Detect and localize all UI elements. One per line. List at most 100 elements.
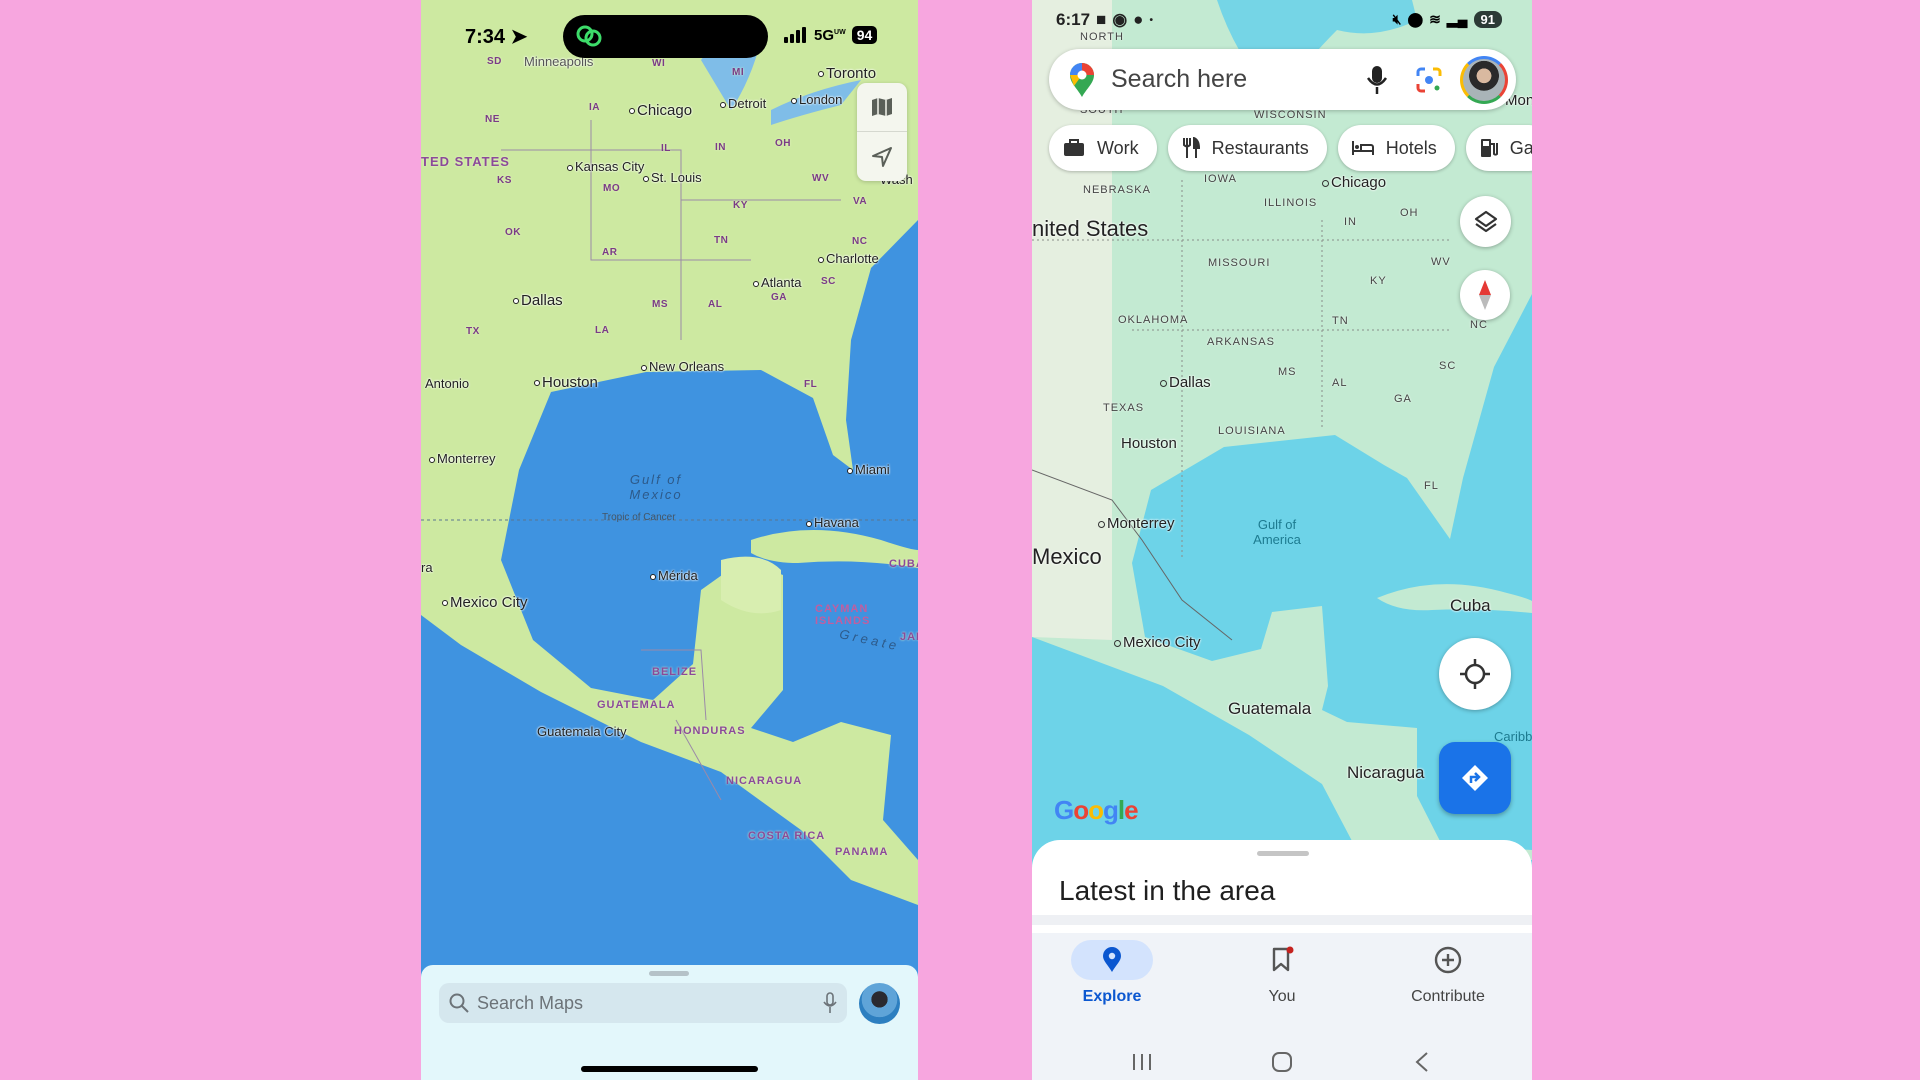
search-input[interactable]: Search Maps [439, 983, 847, 1023]
island-label: CAYMAN ISLANDS [815, 603, 870, 627]
state-label: TN [1332, 315, 1349, 327]
nav-you[interactable]: You [1212, 940, 1352, 1006]
state-label: AL [708, 299, 723, 310]
nav-label: Explore [1082, 988, 1142, 1005]
city-label: Charlotte [818, 251, 879, 266]
nav-contribute[interactable]: Contribute [1378, 940, 1518, 1006]
state-label: IOWA [1204, 173, 1237, 185]
search-placeholder: Search Maps [477, 992, 584, 1013]
location-icon: ⬤ [1407, 11, 1424, 27]
city-label: ra [421, 560, 433, 575]
state-label: FL [804, 379, 818, 390]
add-circle-icon [1434, 946, 1462, 974]
status-time: 6:17 [1056, 10, 1091, 29]
crosshair-icon [1460, 659, 1490, 689]
apple-maps-screen: Minneapolis SD WI MI Toronto London Detr… [421, 0, 918, 1080]
state-label: WV [1431, 256, 1451, 268]
sea-label-line: Mexico [629, 487, 683, 502]
chip-restaurants[interactable]: Restaurants [1167, 125, 1327, 171]
location-pin-icon [1103, 947, 1121, 972]
directions-button[interactable] [1439, 742, 1511, 814]
state-label: IN [1344, 216, 1357, 228]
bottom-sheet: Search Maps [421, 965, 918, 1080]
status-bar-left: 6:17 ■ ◉ ● • [1056, 10, 1153, 30]
state-label: AR [602, 247, 618, 258]
city-label: Dallas [1160, 374, 1211, 391]
country-label: Guatemala [1228, 699, 1312, 718]
state-label: TX [466, 326, 480, 337]
state-label: NE [485, 114, 500, 125]
sheet-grabber[interactable] [649, 971, 689, 976]
chip-hotels[interactable]: Hotels [1337, 125, 1455, 171]
country-label: nited States [1032, 216, 1149, 241]
gas-pump-icon [1480, 139, 1498, 157]
network-label: 5GUW [814, 27, 846, 44]
status-time: 7:34 ➤ [465, 24, 527, 49]
shopping-bag-icon: ■ [1096, 10, 1107, 29]
compass-button[interactable] [1460, 270, 1510, 320]
locate-button[interactable] [857, 132, 907, 181]
sea-label-line: Gulf of [629, 472, 683, 487]
bed-icon [1351, 141, 1374, 155]
battery-indicator: 91 [1473, 11, 1502, 28]
country-label: CUBA [889, 558, 918, 570]
tropic-label: Tropic of Cancer [602, 512, 676, 523]
dynamic-island [563, 15, 768, 58]
avatar[interactable] [859, 983, 900, 1024]
state-label: AL [1332, 377, 1348, 389]
home-button[interactable] [1262, 1047, 1302, 1077]
my-location-button[interactable] [1439, 638, 1511, 710]
city-label: Monterrey [429, 451, 496, 466]
state-label: IL [661, 143, 671, 154]
state-label: LA [595, 325, 610, 336]
nav-explore[interactable]: Explore [1042, 940, 1182, 1006]
home-indicator[interactable] [581, 1066, 758, 1072]
bottom-nav: Explore You Contribute [1032, 933, 1532, 1080]
avatar[interactable] [1460, 55, 1508, 104]
country-label: JAM [900, 631, 918, 643]
city-label: Atlanta [753, 275, 801, 290]
google-maps-screen: NORTH SOUTH WISCONSIN Mon NEBRASKA IOWA … [1032, 0, 1532, 1080]
state-label: ILLINOIS [1264, 197, 1318, 209]
search-input[interactable]: Search here [1049, 49, 1516, 110]
linked-rings-icon [576, 25, 602, 47]
state-label: MI [732, 67, 745, 78]
sheet-grabber[interactable] [1257, 851, 1309, 856]
city-label: Dallas [513, 292, 563, 309]
timer-icon: ◉ [1112, 10, 1128, 29]
map-mode-button[interactable] [857, 83, 907, 132]
city-label: New Orleans [641, 359, 724, 374]
state-label: MISSOURI [1208, 257, 1271, 269]
state-label: OH [1400, 207, 1419, 219]
signal-icon [784, 27, 806, 43]
city-label: Houston [1121, 435, 1177, 452]
microphone-icon[interactable] [823, 992, 837, 1014]
chip-work[interactable]: Work [1049, 125, 1157, 171]
city-label: Kansas City [567, 159, 644, 174]
country-label: PANAMA [835, 846, 889, 858]
location-arrow-icon [872, 146, 892, 167]
microphone-icon[interactable] [1366, 65, 1388, 95]
city-label: Mexico City [1114, 634, 1201, 651]
city-label: Chicago [629, 102, 692, 119]
city-label: Mérida [650, 568, 698, 583]
sea-label-line: America [1253, 532, 1301, 547]
chip-label: Hotels [1385, 137, 1437, 158]
layers-button[interactable] [1460, 196, 1511, 247]
recent-apps-button[interactable] [1122, 1047, 1162, 1077]
city-label: Havana [806, 515, 859, 530]
city-label: Antonio [425, 376, 470, 391]
directions-icon [1462, 765, 1488, 791]
google-lens-icon[interactable] [1416, 67, 1442, 93]
state-label: GA [771, 292, 787, 303]
nav-label: Contribute [1411, 988, 1485, 1005]
country-label: HONDURAS [674, 725, 746, 737]
chip-label: Ga [1509, 137, 1532, 158]
chip-gas[interactable]: Ga [1465, 125, 1532, 171]
network-text: 5G [814, 26, 835, 44]
facebook-icon: ● [1133, 10, 1144, 29]
back-button[interactable] [1402, 1047, 1442, 1077]
state-label: MO [603, 183, 621, 194]
state-label: LOUISIANA [1218, 425, 1286, 437]
region-label: NORTH [1080, 31, 1124, 43]
